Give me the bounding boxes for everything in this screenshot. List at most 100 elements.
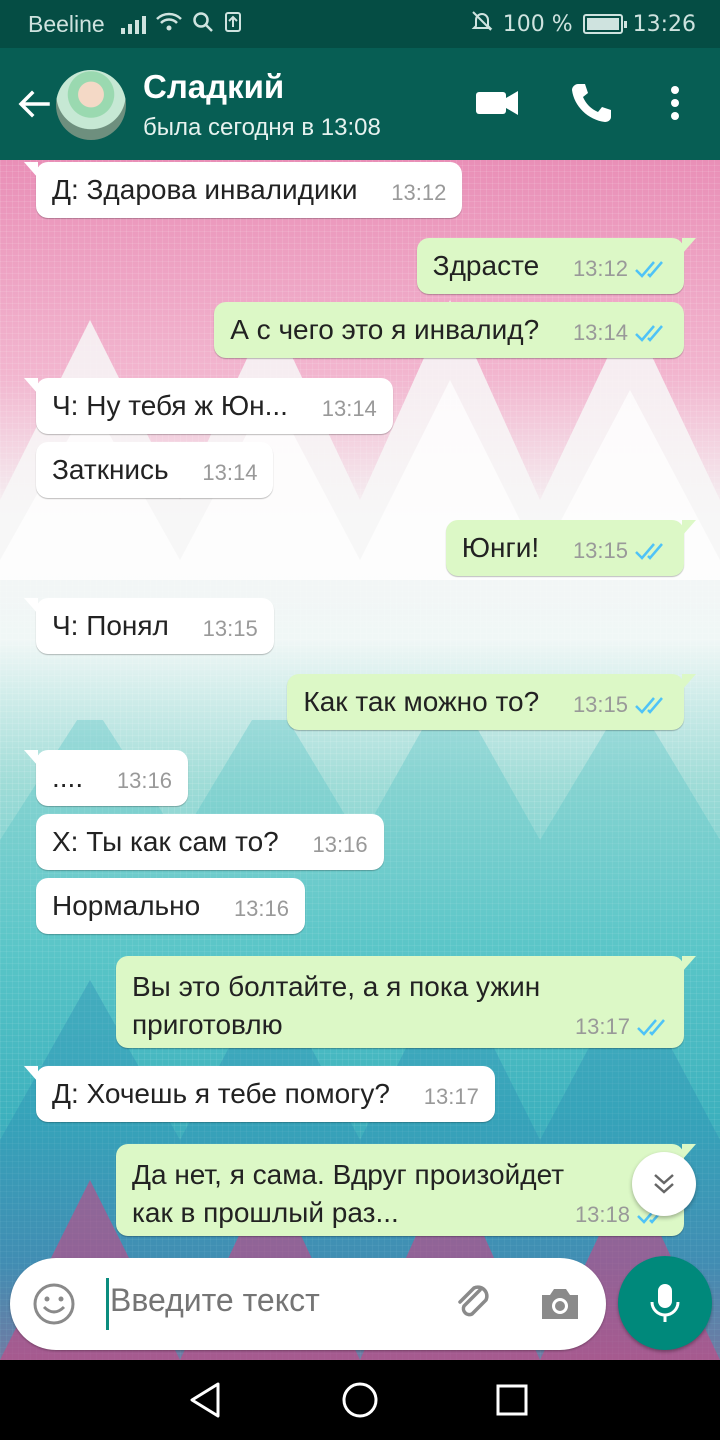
message-text-line: Вы это болтайте, а я пока ужин — [132, 971, 541, 1002]
bubble-tail — [682, 956, 696, 972]
upload-icon — [224, 11, 242, 38]
wifi-icon — [155, 12, 182, 37]
scroll-down-icon[interactable] — [632, 1152, 696, 1216]
double-check-icon — [635, 543, 663, 560]
message-incoming[interactable]: Заткнись 13:14 — [36, 442, 274, 498]
message-composer[interactable] — [10, 1258, 606, 1350]
status-bar: Beeline 100 % 13:26 — [0, 0, 720, 48]
message-text: Ч: Понял — [52, 610, 169, 641]
bubble-tail — [24, 378, 38, 394]
message-incoming[interactable]: Нормально 13:16 — [36, 878, 305, 934]
message-meta: 13:12 — [391, 180, 446, 206]
search-icon — [192, 11, 214, 38]
battery-percent: 100 % — [502, 11, 573, 37]
message-time: 13:14 — [321, 396, 377, 421]
message-time: 13:16 — [116, 768, 172, 793]
double-check-icon — [635, 325, 663, 342]
emoji-icon[interactable] — [30, 1280, 78, 1328]
message-incoming[interactable]: Ч: Ну тебя ж Юн... 13:14 — [24, 378, 393, 434]
message-text: Д: Хочешь я тебе помогу? — [52, 1078, 390, 1109]
message-text: Д: Здарова инвалидики — [52, 174, 358, 205]
avatar[interactable] — [56, 70, 126, 140]
mic-icon[interactable] — [618, 1256, 712, 1350]
message-meta: 13:17 — [424, 1084, 479, 1110]
message-text: А с чего это я инвалид? — [230, 314, 540, 345]
message-text: Здрасте — [432, 250, 540, 281]
camera-icon[interactable] — [536, 1280, 584, 1328]
mute-bell-icon — [471, 10, 493, 38]
message-text: Х: Ты как сам то? — [52, 826, 279, 857]
bubble-tail — [24, 750, 38, 766]
double-check-icon — [637, 1019, 665, 1036]
message-outgoing[interactable]: Вы это болтайте, а я пока ужин приготовл… — [116, 956, 696, 1048]
message-input[interactable] — [110, 1282, 440, 1319]
double-check-icon — [635, 261, 663, 278]
message-outgoing[interactable]: Юнги! 13:15 — [445, 520, 696, 576]
message-time: 13:15 — [202, 616, 258, 641]
clock: 13:26 — [632, 11, 696, 37]
message-text: .... — [52, 762, 84, 793]
message-meta: 13:12 — [573, 256, 668, 282]
double-check-icon — [635, 697, 663, 714]
system-nav-bar — [0, 1360, 720, 1440]
message-text: Заткнись — [52, 454, 169, 485]
chat-area[interactable]: Д: Здарова инвалидики 13:12 Здрасте 13:1… — [0, 160, 720, 1360]
phone-icon[interactable] — [566, 78, 616, 128]
message-text: Ч: Ну тебя ж Юн... — [52, 390, 288, 421]
message-meta: 13:16 — [234, 896, 289, 922]
message-text: Как так можно то? — [303, 686, 540, 717]
message-time: 13:14 — [202, 460, 258, 485]
bubble-tail — [682, 238, 696, 254]
message-outgoing[interactable]: Здрасте 13:12 — [416, 238, 696, 294]
bubble-tail — [682, 674, 696, 690]
message-meta: 13:14 — [322, 396, 377, 422]
text-caret — [106, 1278, 109, 1330]
contact-name[interactable]: Сладкий — [143, 68, 284, 106]
message-time: 13:16 — [312, 832, 368, 857]
battery-fill — [586, 18, 619, 30]
message-incoming[interactable]: Х: Ты как сам то? 13:16 — [36, 814, 384, 870]
last-seen: была сегодня в 13:08 — [143, 114, 381, 141]
message-text: Нормально — [52, 890, 201, 921]
message-outgoing[interactable]: Как так можно то? 13:15 — [287, 674, 696, 730]
message-meta: 13:15 — [573, 538, 668, 564]
message-time: 13:15 — [572, 692, 628, 717]
message-time: 13:14 — [572, 320, 628, 345]
message-meta: 13:14 — [573, 320, 668, 346]
bubble-tail — [682, 1144, 696, 1160]
message-meta: 13:16 — [313, 832, 368, 858]
bubble-tail — [24, 1066, 38, 1082]
message-time: 13:15 — [572, 538, 628, 563]
bubble-tail — [24, 598, 38, 614]
message-outgoing[interactable]: Да нет, я сама. Вдруг произойдет как в п… — [116, 1144, 696, 1236]
message-text: Юнги! — [461, 532, 540, 563]
nav-recents-icon[interactable] — [490, 1378, 534, 1422]
battery-icon — [582, 14, 627, 34]
more-vert-icon[interactable] — [652, 78, 698, 128]
message-incoming[interactable]: Ч: Понял 13:15 — [24, 598, 274, 654]
message-time: 13:12 — [391, 180, 447, 205]
message-outgoing[interactable]: А с чего это я инвалид? 13:14 — [214, 302, 684, 358]
back-arrow-icon[interactable] — [12, 82, 56, 126]
message-time: 13:16 — [233, 896, 289, 921]
nav-back-icon[interactable] — [184, 1378, 228, 1422]
message-text-line: Да нет, я сама. Вдруг произойдет — [132, 1159, 565, 1190]
message-meta: 13:15 — [203, 616, 258, 642]
message-incoming[interactable]: .... 13:16 — [24, 750, 188, 806]
message-incoming[interactable]: Д: Хочешь я тебе помогу? 13:17 — [24, 1066, 495, 1122]
video-call-icon[interactable] — [472, 78, 522, 128]
message-time: 13:17 — [574, 1014, 630, 1039]
nav-home-icon[interactable] — [338, 1378, 382, 1422]
bubble-tail — [682, 520, 696, 536]
carrier-label: Beeline — [28, 10, 105, 37]
bubble-tail — [24, 162, 38, 178]
message-incoming[interactable]: Д: Здарова инвалидики 13:12 — [24, 162, 463, 218]
signal-icon — [120, 14, 146, 34]
message-time: 13:18 — [574, 1202, 630, 1227]
attach-icon[interactable] — [450, 1280, 498, 1328]
message-meta: 13:15 — [573, 692, 668, 718]
message-meta: 13:14 — [202, 460, 257, 486]
chat-header: Сладкий была сегодня в 13:08 — [0, 48, 720, 160]
message-meta: 13:17 — [575, 1014, 670, 1040]
message-time: 13:12 — [572, 256, 628, 281]
